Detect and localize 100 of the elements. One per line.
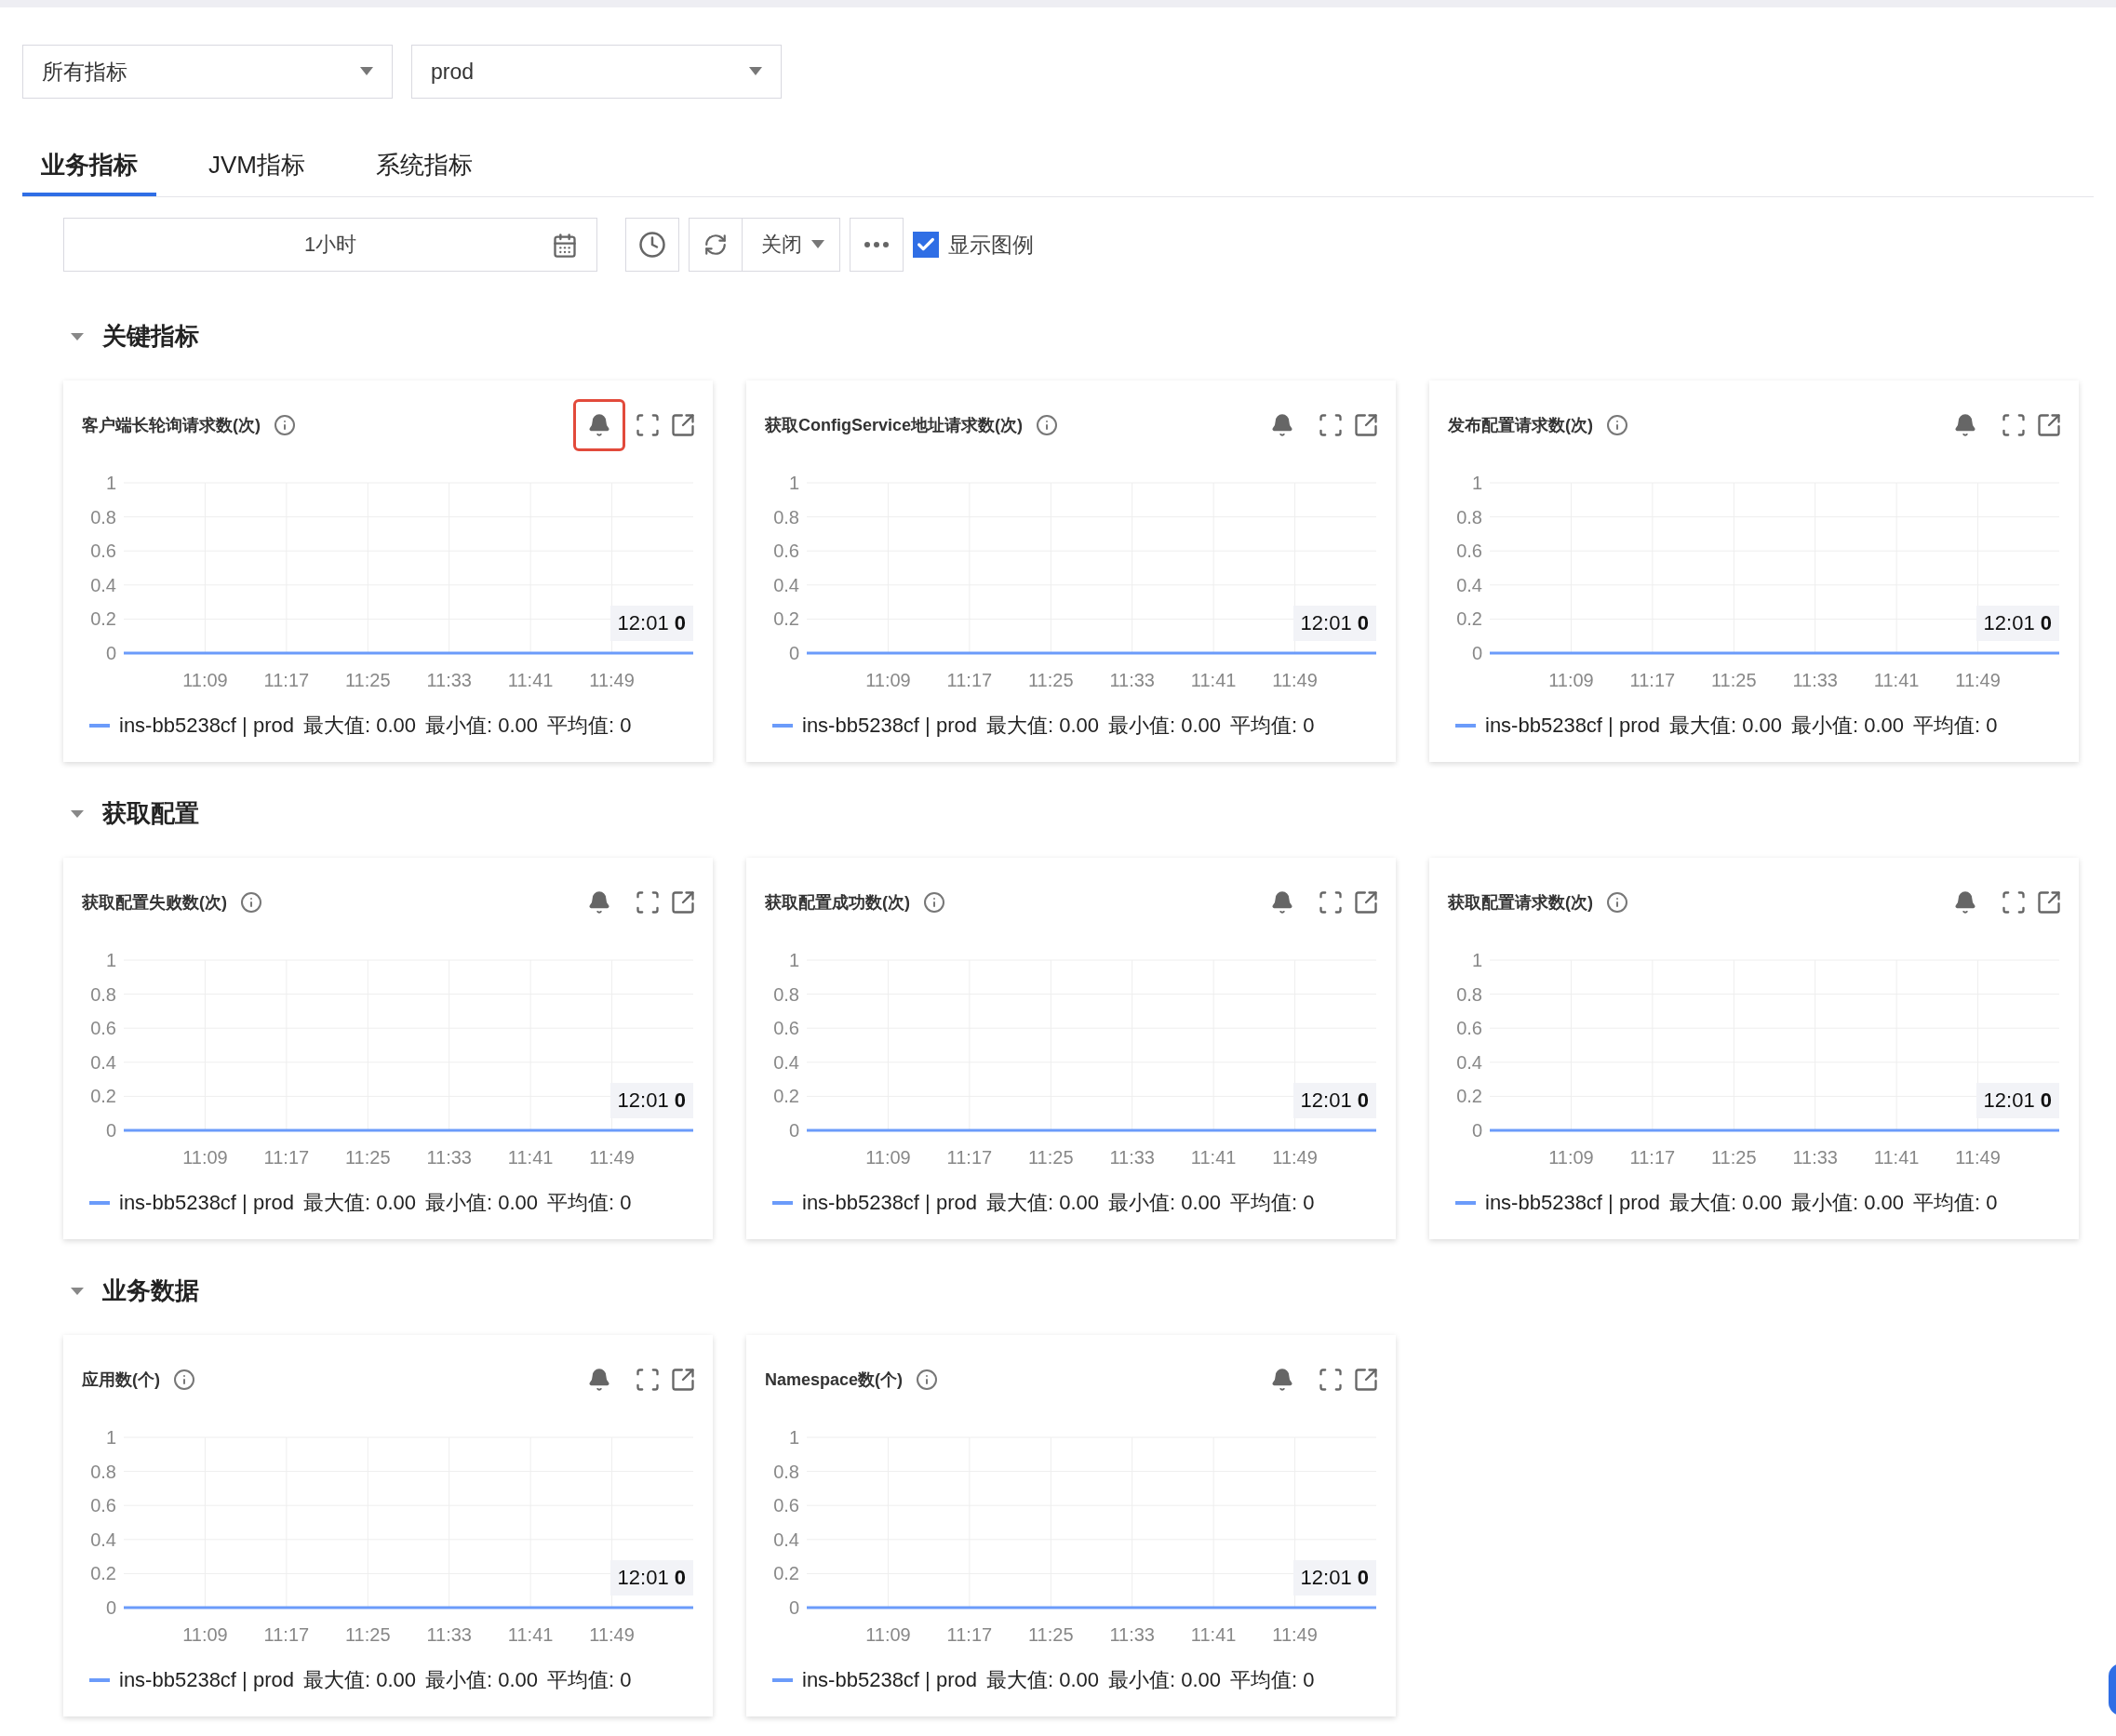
legend-stat: 最小值: 0.00: [1791, 713, 1905, 739]
axis-label: 11:33: [1109, 1147, 1155, 1168]
external-link-icon[interactable]: [670, 412, 696, 438]
axis-label: 0.8: [773, 983, 799, 1005]
legend-stat: 平均值: 0: [1913, 1190, 1998, 1216]
chart-tooltip: 12:01 0: [609, 606, 693, 641]
more-button[interactable]: [850, 218, 904, 272]
info-icon[interactable]: [240, 891, 262, 914]
info-icon[interactable]: [1606, 891, 1628, 914]
legend-swatch: [772, 1678, 793, 1682]
external-link-icon[interactable]: [1353, 889, 1379, 915]
fullscreen-icon[interactable]: [2001, 412, 2027, 438]
external-link-icon[interactable]: [670, 1367, 696, 1393]
axis-label: 0: [1471, 643, 1482, 663]
axis-label: 1: [105, 950, 116, 970]
legend-stat: 最大值: 0.00: [302, 1667, 416, 1693]
calendar-icon: [552, 233, 578, 259]
axis-label: 0.4: [773, 1051, 799, 1073]
axis-label: 0.6: [773, 1495, 799, 1516]
dropdown-select[interactable]: 所有指标: [22, 45, 393, 99]
legend-stat: 最小值: 0.00: [425, 1190, 539, 1216]
axis-label: 11:17: [263, 1624, 310, 1645]
axis-label: 11:49: [1955, 670, 2001, 690]
external-link-icon[interactable]: [2036, 412, 2062, 438]
legend-stat: 平均值: 0: [547, 1190, 632, 1216]
card-title: Namespace数(个): [765, 1369, 904, 1391]
card-title: 获取配置失败数(次): [82, 892, 227, 914]
axis-label: 11:33: [426, 1147, 472, 1168]
external-link-icon[interactable]: [1353, 412, 1379, 438]
info-icon[interactable]: [916, 1369, 939, 1391]
axis-label: 1: [1471, 950, 1482, 970]
chart-tooltip: 12:01 0: [1292, 1083, 1376, 1118]
time-range-field[interactable]: 1小时: [63, 218, 597, 272]
axis-label: 11:17: [946, 1624, 993, 1645]
axis-label: 1: [788, 1427, 799, 1448]
axis-label: 0.6: [90, 1018, 116, 1039]
card-title: 获取ConfigService地址请求数(次): [765, 415, 1024, 436]
legend-stat: 平均值: 0: [1230, 1667, 1315, 1693]
external-link-icon[interactable]: [670, 889, 696, 915]
info-icon[interactable]: [923, 891, 945, 914]
axis-label: 11:41: [1190, 1624, 1237, 1645]
axis-label: 11:25: [345, 1147, 391, 1168]
tab[interactable]: 业务指标: [22, 149, 156, 196]
chart-tooltip: 12:01 0: [1975, 1083, 2059, 1118]
axis-label: 0.8: [90, 1461, 116, 1482]
fullscreen-icon[interactable]: [1318, 889, 1344, 915]
axis-label: 1: [788, 473, 799, 493]
axis-label: 11:09: [865, 1624, 911, 1645]
tab[interactable]: 系统指标: [357, 149, 491, 196]
axis-label: 0.6: [773, 1018, 799, 1039]
axis-label: 0.2: [90, 1086, 116, 1107]
info-icon[interactable]: [1036, 414, 1059, 436]
axis-label: 11:33: [1792, 1147, 1838, 1168]
axis-label: 11:09: [1548, 1147, 1594, 1168]
external-link-icon[interactable]: [2036, 889, 2062, 915]
axis-label: 11:09: [182, 1624, 228, 1645]
axis-label: 11:25: [1028, 1147, 1074, 1168]
fullscreen-icon[interactable]: [635, 1367, 661, 1393]
axis-label: 0.4: [1456, 574, 1482, 595]
fullscreen-icon[interactable]: [1318, 412, 1344, 438]
card-title: 获取配置请求数(次): [1448, 892, 1593, 914]
axis-label: 11:25: [345, 670, 391, 690]
axis-label: 1: [105, 473, 116, 493]
legend-label: ins-bb5238cf | prod: [119, 1191, 294, 1215]
info-icon[interactable]: [173, 1369, 195, 1391]
axis-label: 0.4: [773, 1529, 799, 1550]
clock-button[interactable]: [625, 218, 679, 272]
axis-label: 11:41: [1190, 1147, 1237, 1168]
axis-label: 0.6: [1456, 541, 1482, 562]
axis-label: 0.8: [773, 506, 799, 527]
legend-label: ins-bb5238cf | prod: [1485, 1191, 1660, 1215]
axis-label: 11:49: [589, 1624, 635, 1645]
fullscreen-icon[interactable]: [1318, 1367, 1344, 1393]
section-title: 关键指标: [102, 321, 199, 352]
legend-stat: 最小值: 0.00: [425, 713, 539, 739]
alarm-bell-icon[interactable]: [573, 399, 625, 451]
axis-label: 11:33: [1792, 670, 1838, 690]
axis-label: 0.6: [90, 1495, 116, 1516]
info-icon[interactable]: [274, 414, 296, 436]
axis-label: 11:33: [426, 1624, 472, 1645]
dropdown-select[interactable]: prod: [411, 45, 782, 99]
checkbox[interactable]: [913, 232, 939, 258]
axis-label: 11:25: [1028, 1624, 1074, 1645]
external-link-icon[interactable]: [1353, 1367, 1379, 1393]
legend-stat: 平均值: 0: [1230, 713, 1315, 739]
card-title: 获取配置成功数(次): [765, 892, 910, 914]
axis-label: 0: [788, 1597, 799, 1618]
axis-label: 11:25: [1711, 670, 1757, 690]
info-icon[interactable]: [1606, 414, 1628, 436]
axis-label: 0.2: [90, 1563, 116, 1584]
legend-stat: 最大值: 0.00: [1668, 713, 1782, 739]
tab[interactable]: JVM指标: [190, 149, 324, 196]
fullscreen-icon[interactable]: [2001, 889, 2027, 915]
axis-label: 0.8: [773, 1461, 799, 1482]
caret-down-icon: [360, 67, 373, 76]
axis-label: 0.6: [90, 541, 116, 562]
fullscreen-icon[interactable]: [635, 889, 661, 915]
fullscreen-icon[interactable]: [635, 412, 661, 438]
axis-label: 0.2: [1456, 608, 1482, 630]
axis-label: 11:41: [507, 670, 554, 690]
